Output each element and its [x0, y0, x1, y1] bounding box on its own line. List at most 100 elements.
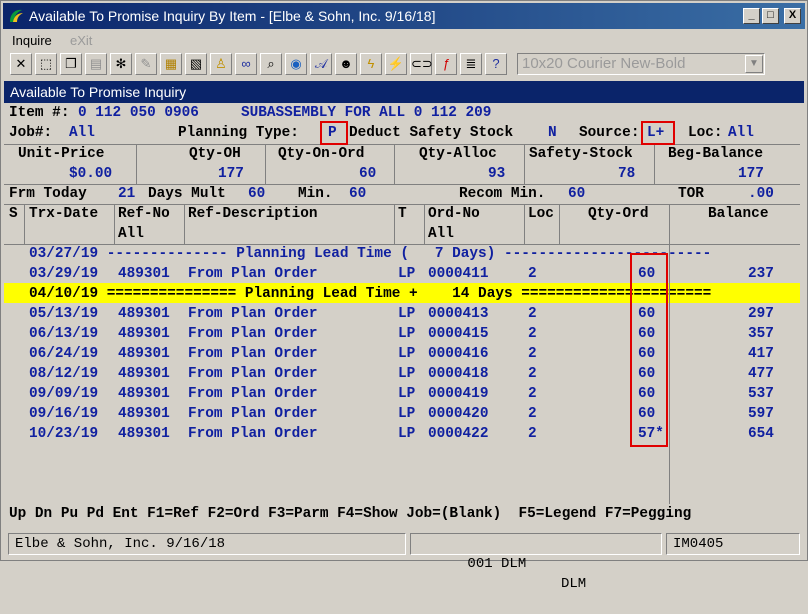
minimize-button[interactable]: _	[743, 8, 760, 24]
book-icon[interactable]: ▧	[185, 53, 207, 75]
deduct-safety-value[interactable]: N	[548, 123, 557, 143]
table-row-type[interactable]: LP	[398, 264, 415, 284]
chevron-down-icon[interactable]: ▼	[745, 55, 763, 73]
table-row-type[interactable]: LP	[398, 364, 415, 384]
table-row-loc[interactable]: 2	[528, 324, 537, 344]
paste-icon[interactable]: ▤	[85, 53, 107, 75]
table-row-balance[interactable]: 654	[748, 424, 774, 444]
table-row-ref[interactable]: 489301	[118, 344, 170, 364]
loc-value[interactable]: All	[728, 123, 754, 143]
table-row-ord[interactable]: 0000411	[428, 264, 488, 284]
maximize-button[interactable]: □	[762, 8, 779, 24]
col-ord-no-header[interactable]: Ord-No	[428, 204, 480, 224]
table-row-ref[interactable]: 489301	[118, 364, 170, 384]
table-row-desc[interactable]: From Plan Order	[188, 344, 318, 364]
planning-lead-time-plus-row[interactable]: 04/10/19 =============== Planning Lead T…	[29, 284, 711, 304]
table-row-balance[interactable]: 237	[748, 264, 774, 284]
col-ref-desc-header[interactable]: Ref-Description	[188, 204, 318, 224]
table-row-ref[interactable]: 489301	[118, 404, 170, 424]
table-row-ord[interactable]: 0000422	[428, 424, 488, 444]
table-row-type[interactable]: LP	[398, 424, 415, 444]
table-row-balance[interactable]: 477	[748, 364, 774, 384]
mult-value[interactable]: 60	[248, 184, 265, 204]
help-icon[interactable]: ?	[485, 53, 507, 75]
table-row-desc[interactable]: From Plan Order	[188, 324, 318, 344]
min-value[interactable]: 60	[349, 184, 366, 204]
table-row-date[interactable]: 05/13/19	[29, 304, 98, 324]
table-row-balance[interactable]: 537	[748, 384, 774, 404]
col-ref-no-filter[interactable]: All	[118, 224, 144, 244]
select-icon[interactable]: ⬚	[35, 53, 57, 75]
lightning-icon[interactable]: ϟ	[360, 53, 382, 75]
close-button[interactable]: X	[784, 8, 801, 24]
menu-inquire[interactable]: Inquire	[12, 33, 52, 48]
user-icon[interactable]: ☻	[335, 53, 357, 75]
table-row-desc[interactable]: From Plan Order	[188, 404, 318, 424]
table-row-loc[interactable]: 2	[528, 344, 537, 364]
table-row-ord[interactable]: 0000413	[428, 304, 488, 324]
col-balance-header[interactable]: Balance	[708, 204, 768, 224]
copy-icon[interactable]: ❐	[60, 53, 82, 75]
table-row-balance[interactable]: 417	[748, 344, 774, 364]
menu-exit[interactable]: eXit	[70, 33, 92, 48]
table-row-ord[interactable]: 0000416	[428, 344, 488, 364]
table-row-ref[interactable]: 489301	[118, 424, 170, 444]
note-icon[interactable]: ▦	[160, 53, 182, 75]
table-row-date[interactable]: 06/13/19	[29, 324, 98, 344]
table-row-loc[interactable]: 2	[528, 424, 537, 444]
table-row-ord[interactable]: 0000419	[428, 384, 488, 404]
search-icon[interactable]: ⌕	[260, 53, 282, 75]
table-row-loc[interactable]: 2	[528, 264, 537, 284]
col-loc-header[interactable]: Loc	[528, 204, 554, 224]
table-row-date[interactable]: 03/29/19	[29, 264, 98, 284]
table-row-loc[interactable]: 2	[528, 304, 537, 324]
function-icon[interactable]: ƒ	[435, 53, 457, 75]
table-row-desc[interactable]: From Plan Order	[188, 304, 318, 324]
close-x-icon[interactable]: ✕	[10, 53, 32, 75]
col-t-header[interactable]: T	[398, 204, 407, 224]
table-row-loc[interactable]: 2	[528, 384, 537, 404]
table-row-loc[interactable]: 2	[528, 364, 537, 384]
table-row-desc[interactable]: From Plan Order	[188, 264, 318, 284]
list-icon[interactable]: ≣	[460, 53, 482, 75]
table-row-type[interactable]: LP	[398, 344, 415, 364]
table-row-type[interactable]: LP	[398, 304, 415, 324]
table-row-ref[interactable]: 489301	[118, 264, 170, 284]
col-ref-no-header[interactable]: Ref-No	[118, 204, 170, 224]
link-icon[interactable]: ⊂⊃	[410, 53, 433, 75]
table-row-type[interactable]: LP	[398, 404, 415, 424]
table-row-desc[interactable]: From Plan Order	[188, 424, 318, 444]
table-row-date[interactable]: 10/23/19	[29, 424, 98, 444]
edit-icon[interactable]: ✎	[135, 53, 157, 75]
table-row-ord[interactable]: 0000415	[428, 324, 488, 344]
table-row-balance[interactable]: 357	[748, 324, 774, 344]
font-select[interactable]: 10x20 Courier New-Bold ▼	[517, 53, 765, 75]
table-row-ref[interactable]: 489301	[118, 384, 170, 404]
table-row-ord[interactable]: 0000420	[428, 404, 488, 424]
days-value[interactable]: 21	[118, 184, 135, 204]
binoculars-icon[interactable]: ∞	[235, 53, 257, 75]
bell-icon[interactable]: ♙	[210, 53, 232, 75]
table-row-date[interactable]: 09/09/19	[29, 384, 98, 404]
table-row-date[interactable]: 06/24/19	[29, 344, 98, 364]
table-row-desc[interactable]: From Plan Order	[188, 384, 318, 404]
table-row-ref[interactable]: 489301	[118, 304, 170, 324]
table-row-balance[interactable]: 297	[748, 304, 774, 324]
table-row-date[interactable]: 08/12/19	[29, 364, 98, 384]
col-trx-date-header[interactable]: Trx-Date	[29, 204, 98, 224]
table-row-desc[interactable]: From Plan Order	[188, 364, 318, 384]
settings-icon[interactable]: ✻	[110, 53, 132, 75]
font-icon[interactable]: 𝒜	[310, 53, 332, 75]
job-value[interactable]: All	[69, 123, 95, 143]
col-qty-ord-header[interactable]: Qty-Ord	[588, 204, 648, 224]
table-row-type[interactable]: LP	[398, 384, 415, 404]
table-row-ord[interactable]: 0000418	[428, 364, 488, 384]
table-row-date[interactable]: 09/16/19	[29, 404, 98, 424]
lead-time-row[interactable]: 03/27/19 -------------- Planning Lead Ti…	[29, 244, 711, 264]
col-ord-no-filter[interactable]: All	[428, 224, 454, 244]
table-row-type[interactable]: LP	[398, 324, 415, 344]
globe-icon[interactable]: ◉	[285, 53, 307, 75]
lightning-doc-icon[interactable]: ⚡	[385, 53, 407, 75]
table-row-ref[interactable]: 489301	[118, 324, 170, 344]
table-row-balance[interactable]: 597	[748, 404, 774, 424]
